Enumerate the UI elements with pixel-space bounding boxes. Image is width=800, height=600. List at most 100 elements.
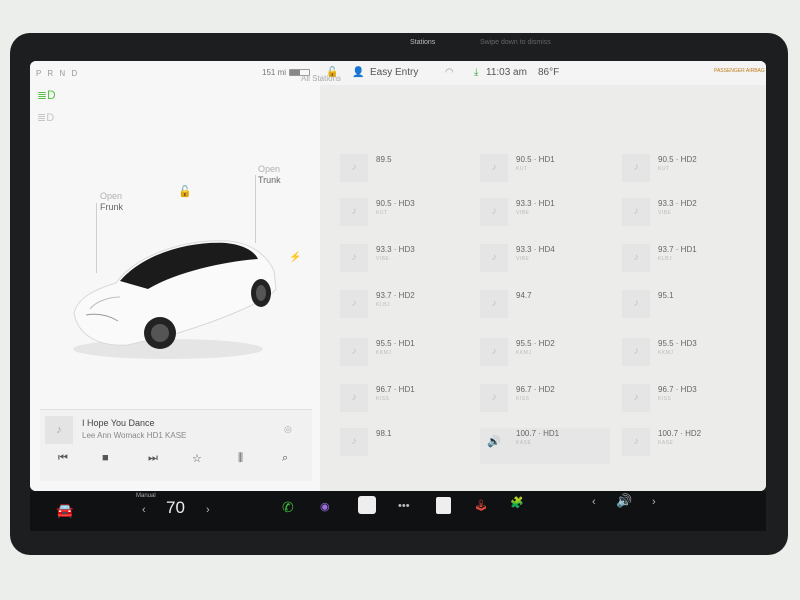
profile-name[interactable]: Easy Entry (370, 67, 418, 78)
song-title: I Hope You Dance (82, 418, 155, 428)
temp-down-icon[interactable]: ‹ (142, 504, 146, 516)
station-tile[interactable]: ♪ 96.7 · HD2 KISS (480, 384, 610, 420)
station-tile[interactable]: ♪ 93.3 · HD2 VIBE (622, 198, 752, 234)
volume-down-icon[interactable]: ‹ (592, 496, 596, 508)
station-frequency: 95.1 (658, 291, 674, 300)
headlight-icon[interactable]: ≣D (37, 88, 56, 102)
station-frequency: 90.5 · HD1 (516, 155, 555, 164)
station-callsign: KUT (516, 166, 528, 172)
music-note-icon: ♪ (480, 244, 508, 272)
gear-indicator: P R N D (36, 69, 80, 78)
favorite-star-icon[interactable]: ☆ (192, 452, 202, 465)
station-tile[interactable]: ♪ 93.7 · HD2 KLBJ (340, 290, 470, 326)
passenger-airbag-indicator: PASSENGER AIRBAG (714, 68, 765, 74)
car-icon[interactable]: 🚘 (56, 502, 73, 519)
station-tile[interactable]: ♪ 95.5 · HD2 KKMJ (480, 338, 610, 374)
station-frequency: 93.3 · HD3 (376, 245, 415, 254)
music-note-icon: ♪ (340, 244, 368, 272)
station-frequency: 93.7 · HD1 (658, 245, 697, 254)
artist-name: Lee Ann Womack (82, 431, 145, 440)
joystick-icon[interactable]: 🕹 (474, 499, 488, 512)
search-icon[interactable]: ⌕ (282, 452, 288, 465)
stop-icon[interactable]: ■ (102, 452, 109, 464)
station-tile[interactable]: ♪ 95.1 (622, 290, 752, 326)
station-tile[interactable]: ♪ 90.5 · HD3 KUT (340, 198, 470, 234)
station-frequency: 90.5 · HD2 (658, 155, 697, 164)
station-tile[interactable]: ♪ 90.5 · HD1 KUT (480, 154, 610, 190)
music-note-icon: ♪ (340, 198, 368, 226)
station-tile[interactable]: ♪ 90.5 · HD2 KUT (622, 154, 752, 190)
camera-icon[interactable]: ◉ (320, 500, 330, 513)
station-callsign: VIBE (516, 210, 530, 216)
charge-port-icon[interactable]: ⚡ (289, 252, 301, 263)
station-tile[interactable]: ♪ 100.7 · HD2 KASE (622, 428, 752, 464)
station-tile[interactable]: ♪ 96.7 · HD1 KISS (340, 384, 470, 420)
frunk-label: Open (100, 191, 123, 201)
trunk-button[interactable]: Open Trunk (258, 164, 281, 186)
speaker-icon[interactable]: 🔊 (616, 493, 632, 509)
speed-mode: Manual (136, 493, 156, 499)
station-frequency: 90.5 · HD3 (376, 199, 415, 208)
section-title: All Stations (301, 74, 342, 83)
music-note-icon: ♪ (622, 338, 650, 366)
station-tile[interactable]: ♪ 95.5 · HD3 KKMJ (622, 338, 752, 374)
music-note-icon: ♪ (480, 384, 508, 412)
station-frequency: 89.5 (376, 155, 392, 164)
station-tile[interactable]: ♪ 98.1 (340, 428, 470, 464)
station-callsign: VIBE (658, 210, 672, 216)
station-tile[interactable]: ♪ 96.7 · HD3 KISS (622, 384, 752, 420)
lock-icon[interactable]: 🔓 (178, 185, 192, 198)
speed-setting[interactable]: 70 (166, 498, 185, 518)
music-note-icon: ♪ (340, 338, 368, 366)
music-note-icon: ♪ (622, 384, 650, 412)
station-callsign: KASE (516, 440, 532, 446)
tab-stations[interactable]: Stations (410, 39, 435, 46)
station-callsign: KUT (658, 166, 670, 172)
music-note-icon: ♪ (480, 154, 508, 182)
station-frequency: 96.7 · HD2 (516, 385, 555, 394)
fog-light-icon[interactable]: ≣D (37, 111, 54, 124)
station-tile[interactable]: ♪ 93.3 · HD1 VIBE (480, 198, 610, 234)
station-source: HD1 KASE (146, 431, 187, 440)
station-frequency: 96.7 · HD1 (376, 385, 415, 394)
signal-icon: ◎ (284, 424, 292, 434)
station-tile[interactable]: ♪ 89.5 (340, 154, 470, 190)
more-apps-icon[interactable]: ••• (398, 500, 410, 512)
download-icon[interactable]: ⤓ (474, 67, 478, 78)
station-callsign: KISS (376, 396, 390, 402)
phone-icon[interactable]: ✆ (282, 499, 294, 516)
station-callsign: KLBJ (376, 302, 390, 308)
station-callsign: VIBE (516, 256, 530, 262)
profile-icon[interactable]: 👤 (352, 67, 364, 78)
music-note-icon: ♪ (480, 290, 508, 318)
station-tile[interactable]: ♪ 93.3 · HD3 VIBE (340, 244, 470, 280)
music-note-icon: ♪ (622, 290, 650, 318)
station-frequency: 96.7 · HD3 (658, 385, 697, 394)
frunk-button[interactable]: Open Frunk (100, 191, 123, 213)
station-tile[interactable]: ♪ 94.7 (480, 290, 610, 326)
station-tile[interactable]: ♪ 95.5 · HD1 KKMJ (340, 338, 470, 374)
station-tile[interactable]: ♪ 93.7 · HD1 KLBJ (622, 244, 752, 280)
trunk-label: Open (258, 164, 281, 174)
previous-icon[interactable]: ⏮ (58, 452, 68, 465)
temp-up-icon[interactable]: › (206, 504, 210, 516)
station-callsign: VIBE (376, 256, 390, 262)
music-note-icon: ♪ (622, 198, 650, 226)
speaker-playing-icon: 🔊 (487, 436, 501, 448)
trunk-sub: Trunk (258, 175, 281, 185)
station-tile[interactable]: ♪ 93.3 · HD4 VIBE (480, 244, 610, 280)
station-tile[interactable]: 🔊 100.7 · HD1 KASE (480, 428, 610, 464)
car-panel: P R N D 151 mi ≣D ≣D Open Frunk Open Tru… (30, 61, 320, 491)
volume-up-icon[interactable]: › (652, 496, 656, 508)
music-note-icon: ♪ (622, 154, 650, 182)
station-frequency: 95.5 · HD2 (516, 339, 555, 348)
music-note-icon: ♪ (480, 338, 508, 366)
status-bar: 🔓 👤 Easy Entry ◠ ⤓ 11:03 am 86°F (320, 61, 766, 85)
calendar-icon[interactable] (436, 497, 451, 514)
next-icon[interactable]: ⏭ (148, 452, 158, 465)
clock: 11:03 am (486, 67, 527, 78)
equalizer-icon[interactable]: ⫼ (238, 452, 243, 465)
toybox-icon[interactable]: 🧩 (510, 496, 524, 509)
station-frequency: 93.7 · HD2 (376, 291, 415, 300)
notes-app-icon[interactable] (358, 496, 376, 514)
